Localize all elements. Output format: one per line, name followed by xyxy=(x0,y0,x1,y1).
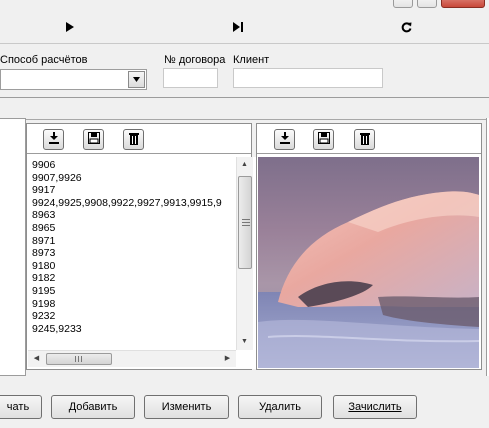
scroll-right-icon[interactable]: ▶ xyxy=(220,354,235,364)
numbers-panel-toolbar xyxy=(27,124,251,154)
download-icon xyxy=(48,132,60,147)
client-label: Клиент xyxy=(233,54,270,66)
client-field[interactable] xyxy=(233,68,383,88)
maximize-button[interactable] xyxy=(417,0,437,8)
play-icon[interactable] xyxy=(66,22,74,36)
scroll-down-icon[interactable]: ▼ xyxy=(237,337,252,347)
list-item[interactable]: 9907,9926 xyxy=(32,172,259,185)
vertical-scrollbar[interactable]: ▲ ▼ xyxy=(236,157,253,350)
chevron-down-icon[interactable] xyxy=(128,71,145,88)
save-button[interactable] xyxy=(83,129,104,150)
payment-method-select[interactable] xyxy=(0,69,147,90)
minimize-button[interactable] xyxy=(393,0,413,8)
horizontal-scrollbar[interactable]: ◀ ▶ xyxy=(28,350,236,367)
scroll-left-icon[interactable]: ◀ xyxy=(29,354,44,364)
save-icon xyxy=(87,132,100,147)
delete-icon xyxy=(359,132,371,148)
add-button[interactable]: Добавить xyxy=(51,395,135,419)
vertical-scroll-thumb[interactable] xyxy=(238,176,252,269)
print-button[interactable]: чать xyxy=(0,395,42,419)
list-item[interactable]: 9917 xyxy=(32,184,259,197)
numbers-panel: 9906 9907,9926 9917 9924,9925,9908,9922,… xyxy=(26,123,259,370)
contract-number-field[interactable] xyxy=(163,68,218,88)
list-item[interactable]: 9924,9925,9908,9922,9927,9913,9915,9 xyxy=(32,197,259,210)
separator-band xyxy=(0,98,489,120)
refresh-icon[interactable] xyxy=(401,22,412,37)
contract-number-label: № договора xyxy=(164,54,226,66)
credit-button-label: Зачислить xyxy=(348,401,402,413)
list-item[interactable]: 8973 xyxy=(32,247,259,260)
save-icon xyxy=(317,132,330,147)
delete-record-button[interactable]: Удалить xyxy=(238,395,322,419)
save-button[interactable] xyxy=(313,129,334,150)
download-button[interactable] xyxy=(43,129,64,150)
photo-panel-toolbar xyxy=(257,124,481,154)
credit-button[interactable]: Зачислить xyxy=(333,395,417,419)
list-item[interactable]: 8963 xyxy=(32,209,259,222)
list-item[interactable]: 8965 xyxy=(32,222,259,235)
horizontal-scroll-thumb[interactable] xyxy=(46,353,112,365)
list-item[interactable]: 9232 xyxy=(32,310,259,323)
numbers-list[interactable]: 9906 9907,9926 9917 9924,9925,9908,9922,… xyxy=(28,157,259,369)
list-item[interactable]: 8971 xyxy=(32,235,259,248)
payment-method-label: Способ расчётов xyxy=(0,54,88,66)
photo-preview xyxy=(258,157,479,368)
scroll-up-icon[interactable]: ▲ xyxy=(237,160,252,170)
download-icon xyxy=(279,132,291,147)
download-button[interactable] xyxy=(274,129,295,150)
filter-form: Способ расчётов № договора Клиент xyxy=(0,44,489,98)
skip-to-end-icon[interactable] xyxy=(233,22,244,36)
list-item[interactable]: 9245,9233 xyxy=(32,323,259,336)
window-title-strip xyxy=(0,0,489,14)
list-item[interactable]: 9906 xyxy=(32,159,259,172)
list-item[interactable]: 9195 xyxy=(32,285,259,298)
delete-button[interactable] xyxy=(354,129,375,150)
delete-button[interactable] xyxy=(123,129,144,150)
edit-button[interactable]: Изменить xyxy=(144,395,229,419)
close-button[interactable] xyxy=(441,0,485,8)
delete-icon xyxy=(128,132,140,148)
list-item[interactable]: 9182 xyxy=(32,272,259,285)
list-item[interactable]: 9180 xyxy=(32,260,259,273)
photo-panel xyxy=(256,123,482,370)
nav-toolbar xyxy=(0,17,489,44)
list-item[interactable]: 9198 xyxy=(32,298,259,311)
left-edge-panel xyxy=(0,118,26,376)
